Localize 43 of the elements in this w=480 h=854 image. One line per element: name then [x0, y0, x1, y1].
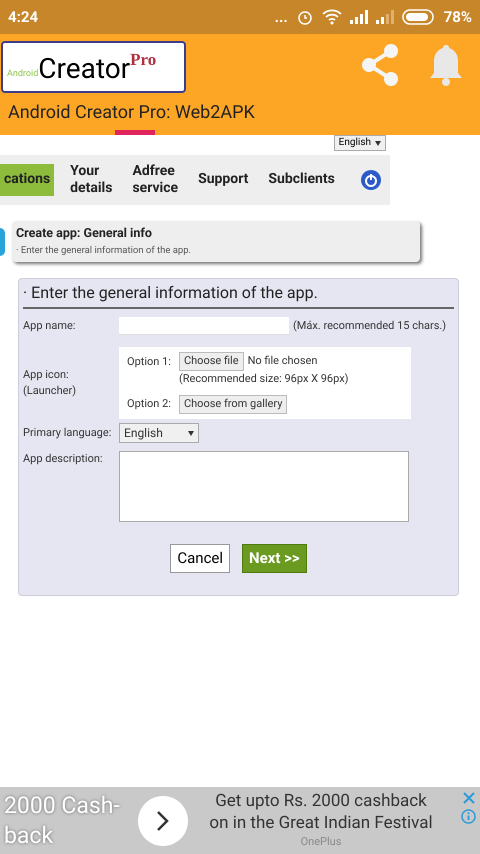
- field-hint: (Máx. recommended 15 chars.): [293, 318, 446, 334]
- app-name-field[interactable]: [119, 317, 289, 335]
- status-dots: ...: [274, 6, 288, 28]
- ad-arrow-button[interactable]: [138, 796, 188, 846]
- description-field[interactable]: [119, 451, 409, 522]
- step-title: Create app: General info: [16, 225, 153, 243]
- choose-file-button[interactable]: Choose file: [178, 352, 244, 371]
- cancel-button[interactable]: Cancel: [170, 544, 230, 573]
- nav-tab[interactable]: Subclients: [264, 164, 339, 196]
- battery-percent: 78%: [444, 6, 472, 28]
- signal-icon: [376, 10, 394, 24]
- language-dropdown[interactable]: English: [119, 423, 199, 443]
- chevron-icon: [156, 810, 170, 832]
- power-icon[interactable]: [360, 169, 382, 191]
- bell-icon[interactable]: [428, 43, 464, 87]
- field-label: App description:: [23, 451, 104, 467]
- option-label: Option 1:: [127, 354, 171, 370]
- status-time: 4:24: [8, 6, 38, 28]
- field-label: Primary language:: [23, 424, 112, 441]
- page-title: Android Creator Pro: Web2APK: [8, 102, 256, 124]
- nav-tab[interactable]: Adfree service: [128, 164, 182, 196]
- nav-tab[interactable]: cations: [0, 164, 54, 196]
- ad-text: Get upto Rs. 2000 cashback on in the Great Indian Festival: [209, 790, 433, 834]
- signal-icon: [350, 10, 368, 24]
- nav-tab[interactable]: Your details: [66, 164, 116, 196]
- nav-tab[interactable]: Support: [194, 164, 252, 196]
- caret-icon: [375, 140, 381, 146]
- info-icon[interactable]: [461, 809, 476, 824]
- tab-indicator: [115, 130, 155, 135]
- close-icon[interactable]: [462, 791, 476, 805]
- battery-icon: [402, 9, 436, 25]
- ad-brand: OnePlus: [300, 834, 342, 850]
- field-label: App name:: [23, 318, 76, 334]
- caret-icon: [188, 430, 194, 436]
- field-label: App icon: (Launcher): [23, 366, 78, 399]
- gallery-button[interactable]: Choose from gallery: [178, 395, 288, 414]
- option-label: Option 2:: [127, 396, 171, 412]
- wifi-icon: [322, 9, 342, 25]
- step-subtitle: · Enter the general information of the app.: [16, 244, 192, 258]
- language-select[interactable]: English: [334, 135, 386, 151]
- form-heading: · Enter the general information of the app.: [23, 279, 454, 309]
- file-status: No file chosen: [248, 353, 318, 370]
- size-hint: (Recommended size: 96px X 96px): [178, 370, 348, 387]
